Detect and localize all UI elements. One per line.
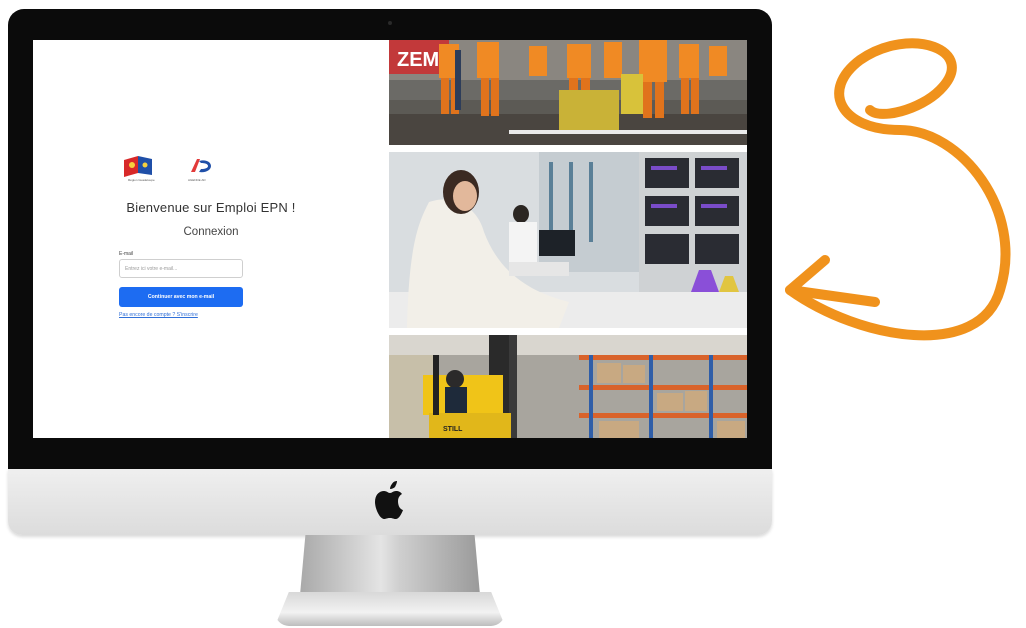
screen: Région Guadeloupe AGENCE AD Bienvenue su… (33, 40, 747, 438)
ad-logo (191, 159, 211, 173)
email-label: E-mail (119, 251, 134, 257)
login-pane: Région Guadeloupe AGENCE AD Bienvenue su… (33, 40, 389, 438)
photo-warehouse: STILL (389, 335, 747, 438)
ad-logo-caption: AGENCE AD (188, 178, 206, 182)
email-input[interactable]: Entrez ici votre e-mail... (119, 259, 243, 278)
photo-laboratory (389, 152, 747, 328)
login-heading: Connexion (183, 226, 239, 238)
welcome-title: Bienvenue sur Emploi EPN ! (126, 200, 296, 215)
signup-link[interactable]: Pas encore de compte ? S'inscrire (119, 312, 198, 318)
apple-logo-icon (375, 481, 403, 519)
photo-construction-workers: ZEM (389, 40, 747, 145)
curly-arrow-icon (785, 38, 1011, 341)
forklift-brand-text: STILL (443, 426, 463, 433)
monitor-stand-foot (275, 592, 505, 626)
region-logo-caption: Région Guadeloupe (128, 178, 155, 182)
region-logo (124, 156, 152, 177)
camera-dot (388, 21, 392, 25)
monitor-stand-neck (300, 535, 480, 595)
graffiti-text: ZEM (397, 49, 439, 71)
partner-logos: Région Guadeloupe AGENCE AD (124, 156, 224, 186)
photo-collage: ZEM STILL (389, 40, 747, 438)
continue-with-email-button[interactable]: Continuer avec mon e-mail (119, 287, 243, 307)
